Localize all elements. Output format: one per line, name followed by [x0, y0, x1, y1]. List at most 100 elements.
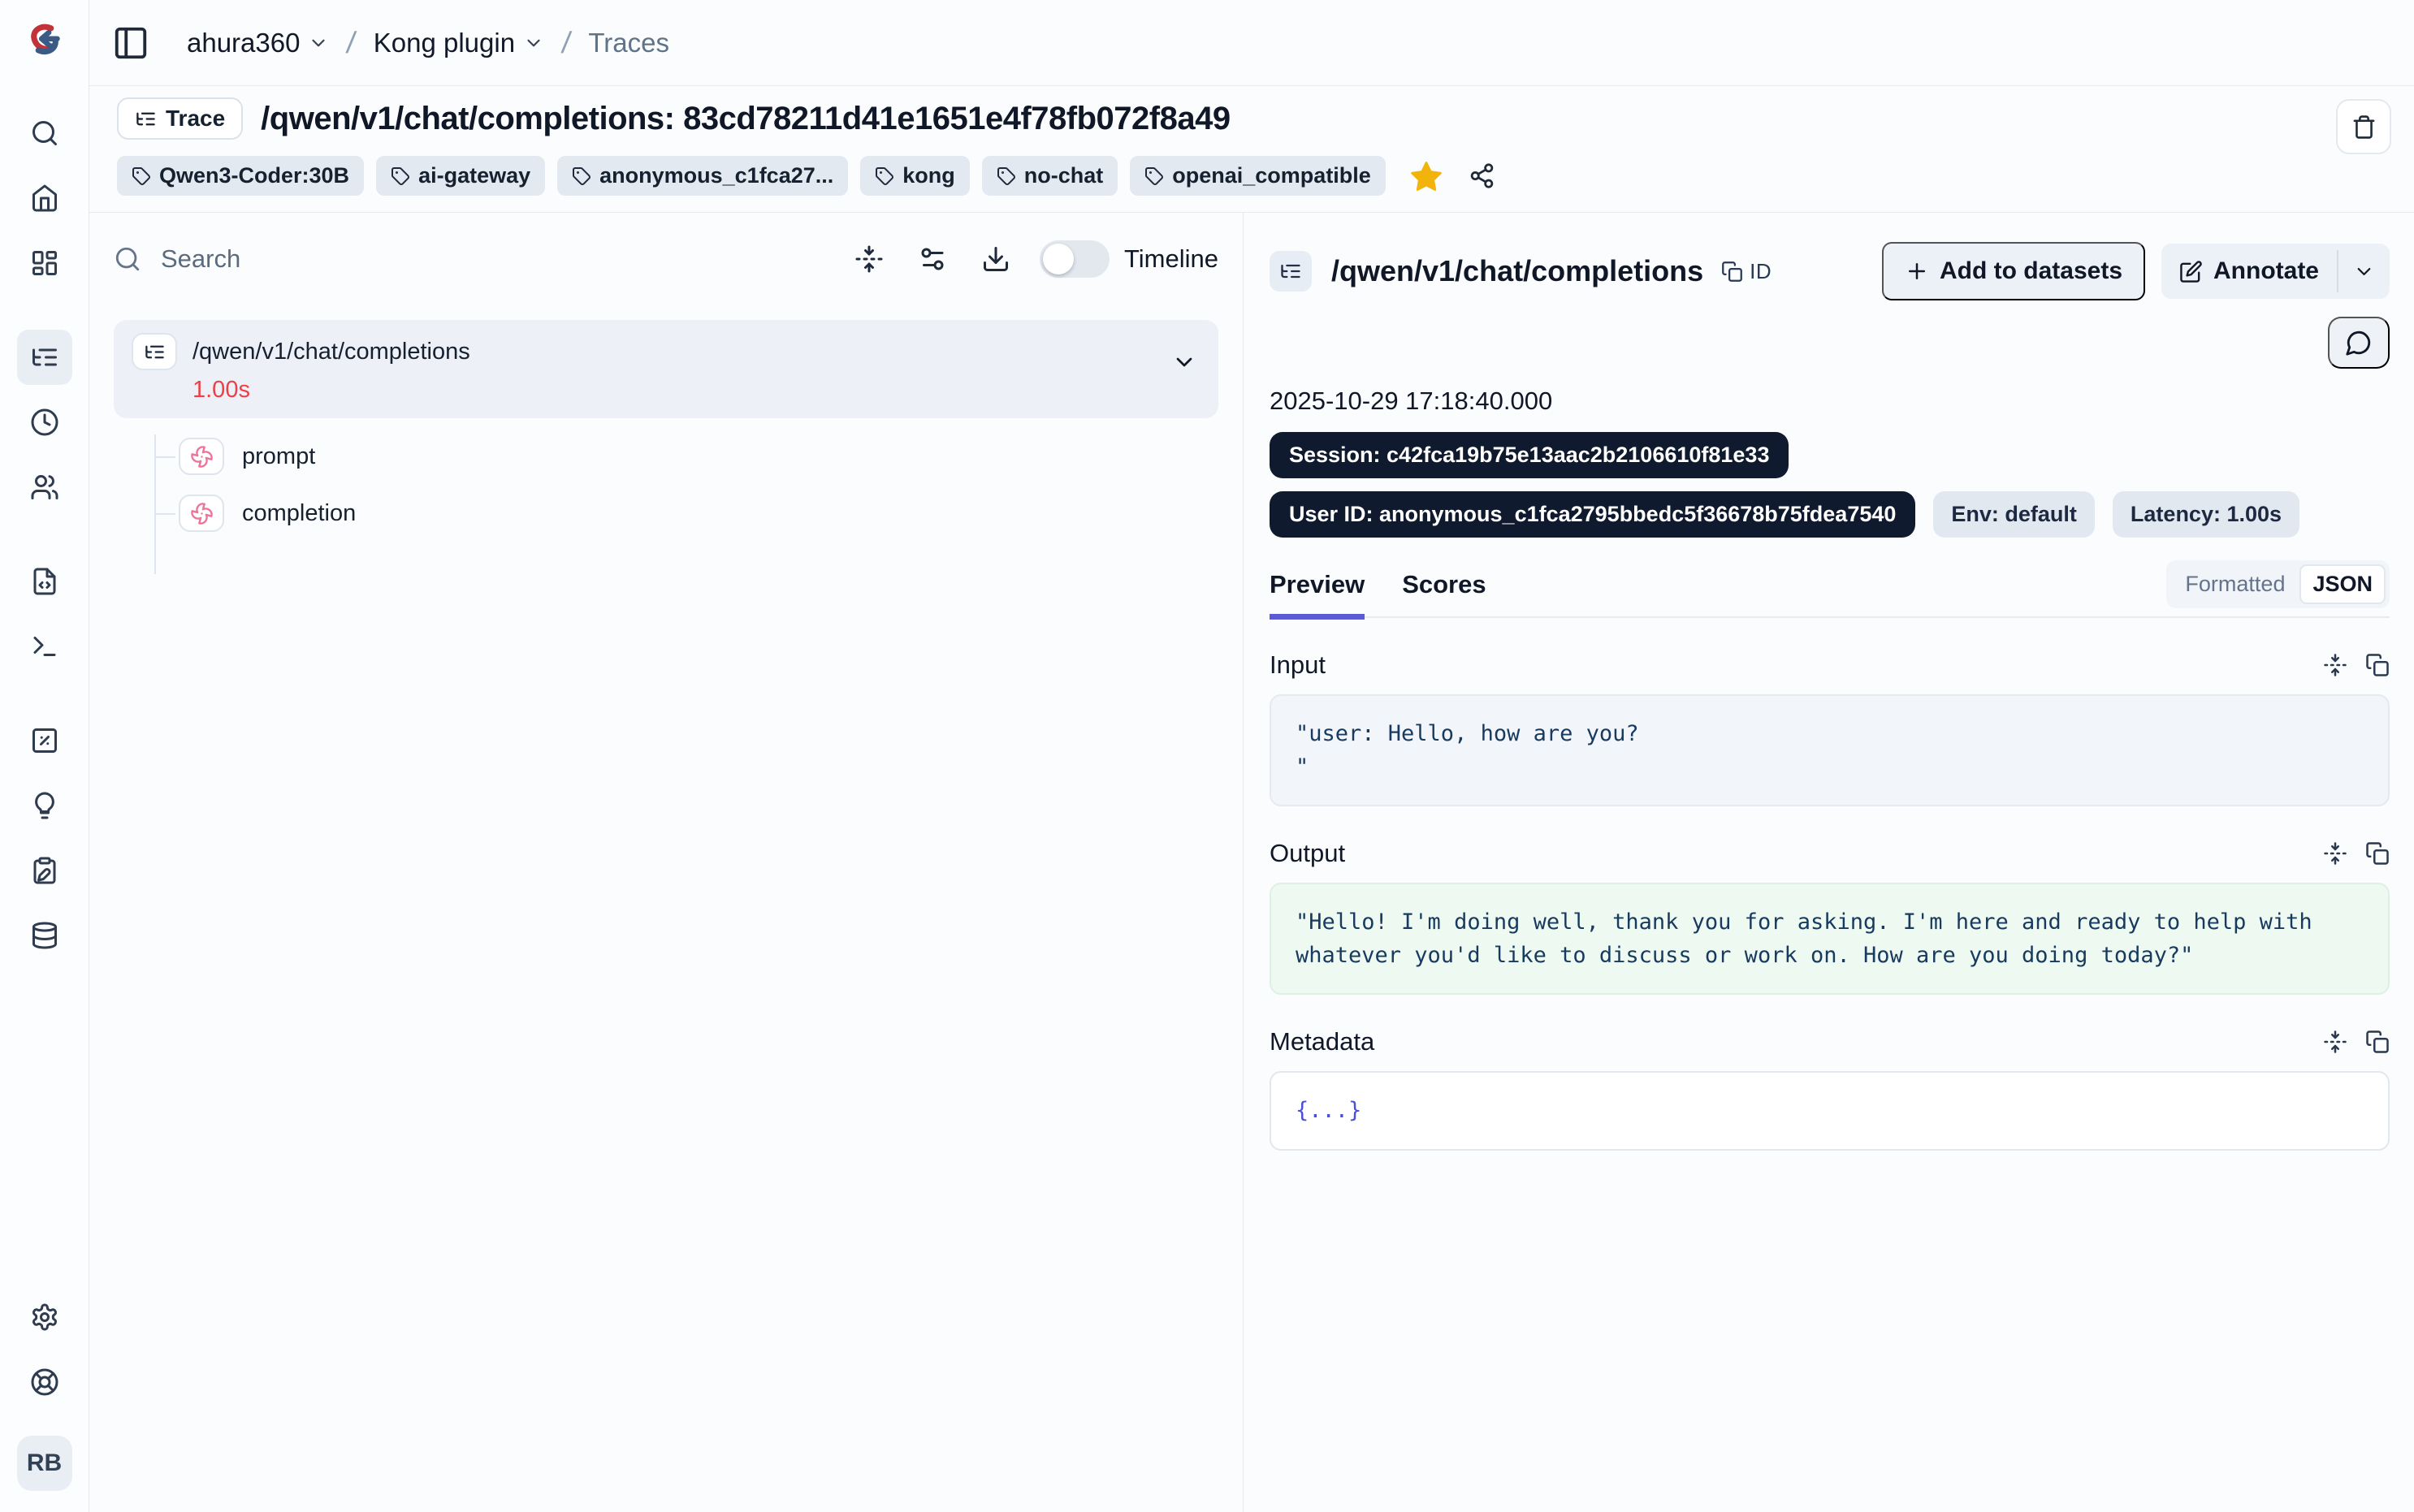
collapse-icon[interactable] — [2323, 1030, 2347, 1054]
latency-badge: Latency: 1.00s — [2113, 491, 2299, 538]
dashboard-icon[interactable] — [17, 235, 72, 291]
chevron-down-icon — [308, 32, 329, 54]
timeline-toggle[interactable] — [1040, 240, 1110, 278]
tracing-icon[interactable] — [17, 330, 72, 385]
breadcrumb-project-label: Kong plugin — [374, 28, 515, 58]
tree-item-prompt[interactable]: prompt — [114, 438, 1218, 475]
trace-node-icon — [132, 333, 177, 370]
prompts-file-code-icon[interactable] — [17, 554, 72, 609]
tag-label: ai-gateway — [418, 163, 530, 188]
users-icon[interactable] — [17, 460, 72, 515]
settings-gear-icon[interactable] — [17, 1290, 72, 1345]
detail-title: /qwen/v1/chat/completions — [1331, 254, 1703, 288]
list-tree-icon — [135, 108, 157, 130]
tag[interactable]: ai-gateway — [376, 156, 545, 196]
tag-icon — [391, 166, 410, 186]
app-logo[interactable] — [19, 15, 70, 65]
sessions-clock-icon[interactable] — [17, 395, 72, 450]
input-content: "user: Hello, how are you? " — [1270, 694, 2390, 806]
panel-left-toggle-icon[interactable] — [112, 24, 149, 62]
tag-icon — [572, 166, 591, 186]
tree-item-label: prompt — [242, 443, 315, 470]
timeline-label: Timeline — [1124, 244, 1218, 274]
pen-square-icon — [2179, 260, 2203, 283]
add-to-datasets-label: Add to datasets — [1940, 257, 2122, 285]
copy-icon[interactable] — [2365, 653, 2390, 677]
insights-lightbulb-icon[interactable] — [17, 778, 72, 833]
collapse-icon[interactable] — [2323, 841, 2347, 866]
breadcrumb-traces-label: Traces — [588, 28, 669, 58]
delete-trace-button[interactable] — [2336, 99, 2391, 154]
chevron-down-icon[interactable] — [1171, 349, 1197, 375]
annotate-split-button: Annotate — [2161, 244, 2390, 299]
tree-item-label: completion — [242, 500, 356, 527]
copy-icon[interactable] — [2365, 841, 2390, 866]
badges-row: User ID: anonymous_c1fca2795bbedc5f36678… — [1270, 491, 2390, 538]
home-icon[interactable] — [17, 171, 72, 226]
annotate-caret-icon[interactable] — [2338, 244, 2390, 299]
copy-id-icon[interactable] — [1721, 261, 1743, 283]
metadata-section-header: Metadata — [1270, 1027, 2390, 1056]
app-root: RB ahura360 / Kong plugin / Tra — [0, 0, 2414, 1512]
content-split: Timeline /qwen/v1/chat/completions 1.00s — [89, 213, 2414, 1512]
bookmark-star-icon[interactable] — [1409, 159, 1443, 193]
message-bubble-icon — [2345, 329, 2373, 356]
breadcrumb: ahura360 / Kong plugin / Traces — [187, 26, 669, 60]
search-icon[interactable] — [17, 106, 72, 161]
output-section-header: Output — [1270, 839, 2390, 868]
add-to-datasets-button[interactable]: Add to datasets — [1882, 242, 2145, 300]
copy-icon[interactable] — [2365, 1030, 2390, 1054]
search-input[interactable] — [161, 244, 820, 274]
tag-icon — [997, 166, 1016, 186]
input-section-header: Input — [1270, 650, 2390, 680]
view-settings-icon[interactable] — [918, 244, 947, 274]
page-title: /qwen/v1/chat/completions: 83cd78211d41e… — [261, 101, 1230, 137]
tags-row: Qwen3-Coder:30B ai-gateway anonymous_c1f… — [117, 156, 2390, 196]
tree-item-completion[interactable]: completion — [114, 495, 1218, 532]
tree-root-row[interactable]: /qwen/v1/chat/completions 1.00s — [114, 320, 1218, 418]
collapse-all-icon[interactable] — [854, 244, 884, 274]
trace-type-chip[interactable]: Trace — [117, 97, 243, 140]
tag-label: Qwen3-Coder:30B — [159, 163, 349, 188]
breadcrumb-separator: / — [345, 26, 358, 60]
breadcrumb-project[interactable]: Kong plugin — [374, 28, 544, 58]
format-formatted-option[interactable]: Formatted — [2170, 564, 2299, 604]
breadcrumb-separator: / — [560, 26, 573, 60]
tag[interactable]: openai_compatible — [1130, 156, 1386, 196]
datasets-database-icon[interactable] — [17, 908, 72, 963]
tree-children: prompt completion — [114, 438, 1218, 532]
format-json-option[interactable]: JSON — [2299, 564, 2386, 604]
detail-tabs: Preview Scores Formatted JSON — [1270, 560, 2390, 618]
trace-timestamp: 2025-10-29 17:18:40.000 — [1270, 387, 2390, 416]
metadata-heading: Metadata — [1270, 1027, 1374, 1056]
support-lifebuoy-icon[interactable] — [17, 1354, 72, 1410]
tag[interactable]: anonymous_c1fca27... — [557, 156, 848, 196]
breadcrumb-traces[interactable]: Traces — [588, 28, 669, 58]
session-badge[interactable]: Session: c42fca19b75e13aac2b2106610f81e3… — [1270, 432, 1789, 478]
user-id-badge[interactable]: User ID: anonymous_c1fca2795bbedc5f36678… — [1270, 491, 1915, 538]
trace-tree-panel: Timeline /qwen/v1/chat/completions 1.00s — [89, 213, 1244, 1512]
trash-icon — [2351, 114, 2377, 140]
tab-preview[interactable]: Preview — [1270, 570, 1365, 620]
comment-button[interactable] — [2328, 317, 2390, 369]
annotate-label: Annotate — [2213, 257, 2319, 285]
tag[interactable]: kong — [860, 156, 970, 196]
tag-label: anonymous_c1fca27... — [599, 163, 833, 188]
tab-scores[interactable]: Scores — [1402, 570, 1486, 620]
playground-terminal-icon[interactable] — [17, 619, 72, 674]
tag-label: kong — [902, 163, 955, 188]
collapse-icon[interactable] — [2323, 653, 2347, 677]
tag[interactable]: no-chat — [982, 156, 1118, 196]
metadata-content[interactable]: {...} — [1270, 1071, 2390, 1151]
trace-header: Trace /qwen/v1/chat/completions: 83cd782… — [89, 86, 2414, 213]
annotate-button[interactable]: Annotate — [2161, 244, 2337, 299]
breadcrumb-org[interactable]: ahura360 — [187, 28, 329, 58]
tag-label: openai_compatible — [1172, 163, 1371, 188]
sidebar: RB — [0, 0, 89, 1512]
evals-percent-icon[interactable] — [17, 713, 72, 768]
user-avatar[interactable]: RB — [17, 1436, 72, 1491]
download-icon[interactable] — [981, 244, 1010, 274]
annotation-clipboard-icon[interactable] — [17, 843, 72, 898]
tag[interactable]: Qwen3-Coder:30B — [117, 156, 364, 196]
share-icon[interactable] — [1469, 162, 1495, 189]
